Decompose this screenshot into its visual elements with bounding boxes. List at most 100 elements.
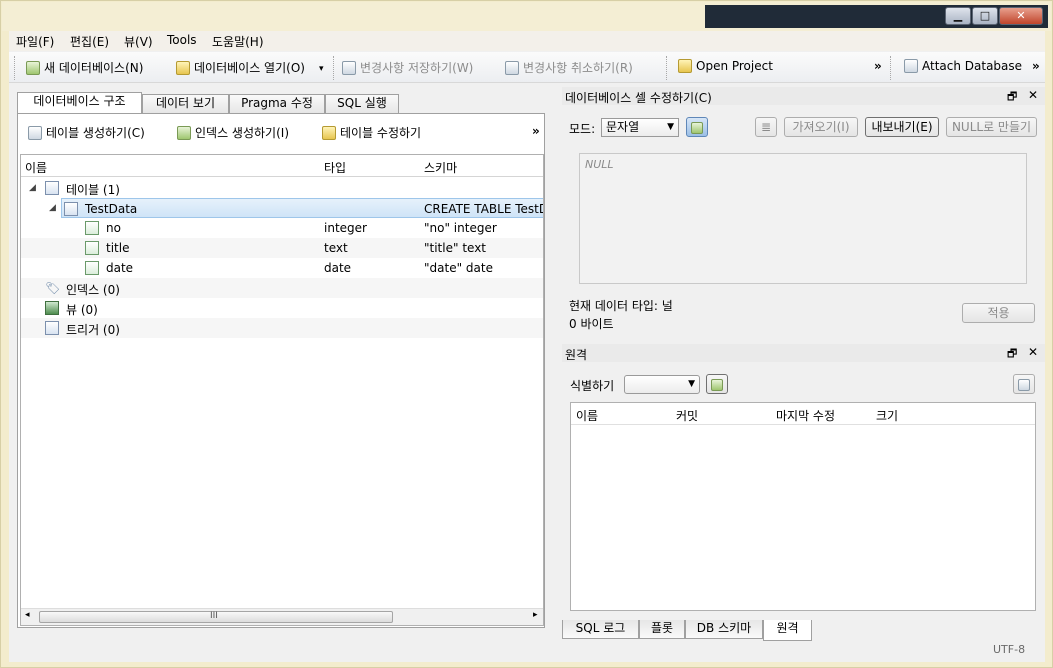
tab-edit-pragmas[interactable]: Pragma 수정 (229, 94, 325, 113)
open-project-button[interactable]: Open Project (678, 59, 773, 73)
tree-row-triggers[interactable]: 트리거 (0) (21, 318, 543, 338)
tab-remote[interactable]: 원격 (763, 620, 812, 641)
apply-button[interactable]: 적용 (962, 303, 1035, 323)
identity-select[interactable]: ▼ (624, 375, 700, 394)
close-panel-icon[interactable]: ✕ (1028, 345, 1038, 359)
auto-switch-mode-button[interactable] (686, 117, 708, 137)
float-panel-icon[interactable]: 🗗 (1007, 88, 1017, 107)
tree-item-name: title (106, 241, 130, 255)
column-header-schema[interactable]: 스키마 (424, 159, 457, 176)
chevron-down-icon: ▼ (667, 122, 674, 132)
menu-edit[interactable]: 편집(E) (70, 33, 109, 50)
toolbar-overflow-button[interactable]: » (874, 59, 882, 73)
revert-changes-icon (505, 61, 519, 75)
remote-file-list[interactable]: 이름 커밋 마지막 수정 크기 (570, 402, 1036, 611)
import-button[interactable]: 가져오기(I) (784, 117, 858, 137)
column-header-name[interactable]: 이름 (25, 159, 47, 176)
collapse-arrow-icon[interactable]: ◢ (49, 203, 56, 213)
gear-icon (691, 122, 703, 134)
menu-help[interactable]: 도움말(H) (212, 33, 264, 50)
mode-select[interactable]: 문자열 ▼ (601, 118, 679, 137)
column-header-type[interactable]: 타입 (324, 159, 346, 176)
write-changes-button[interactable]: 변경사항 저장하기(W) (342, 59, 473, 76)
tree-row-tables[interactable]: ◢ 테이블 (1) (21, 178, 543, 198)
close-button[interactable]: ✕ (999, 7, 1043, 25)
new-database-button[interactable]: 새 데이터베이스(N) (26, 59, 143, 76)
null-placeholder: NULL (585, 158, 614, 171)
open-database-button[interactable]: 데이터베이스 열기(O) (176, 59, 305, 76)
field-icon (85, 261, 99, 275)
client-area: 파일(F) 편집(E) 뷰(V) Tools 도움말(H) 새 데이터베이스(N… (9, 31, 1045, 662)
write-changes-icon (342, 61, 356, 75)
tree-item-name: date (106, 261, 134, 275)
float-panel-icon[interactable]: 🗗 (1007, 345, 1017, 364)
remote-header: 원격 🗗 ✕ (562, 344, 1045, 362)
maximize-button[interactable]: □ (972, 7, 998, 25)
create-index-button[interactable]: 인덱스 생성하기(I) (177, 124, 289, 141)
encoding-status: UTF-8 (993, 643, 1026, 656)
tree-row-field-title[interactable]: title text "title" text (21, 238, 543, 258)
edit-cell-panel: 모드: 문자열 ▼ ≣ 가져오기(I) 내보내기(E) NULL로 만들기 NU… (562, 106, 1045, 338)
tree-item-schema: "no" integer (424, 221, 497, 235)
scroll-left-icon[interactable]: ◂ (25, 610, 30, 620)
scroll-right-icon[interactable]: ▸ (533, 610, 538, 620)
tab-database-structure[interactable]: 데이터베이스 구조 (17, 92, 142, 113)
tree-row-testdata[interactable]: TestData CREATE TABLE TestDat (61, 198, 543, 218)
remote-column-size[interactable]: 크기 (876, 407, 898, 424)
tab-browse-data[interactable]: 데이터 보기 (142, 94, 229, 113)
wrap-icon: ≣ (760, 120, 772, 134)
tree-item-name: 뷰 (0) (66, 303, 98, 317)
toolbar-separator (333, 56, 334, 80)
tree-row-views[interactable]: 뷰 (0) (21, 298, 543, 318)
remote-column-commit[interactable]: 커밋 (676, 407, 698, 424)
toolbar-overflow-button-2[interactable]: » (1032, 59, 1040, 73)
export-button[interactable]: 내보내기(E) (865, 117, 939, 137)
scrollbar-grip: III (210, 611, 218, 621)
view-icon (45, 301, 59, 315)
minimize-button[interactable]: ▁ (945, 7, 971, 25)
open-database-dropdown-icon[interactable]: ▾ (319, 64, 324, 74)
close-panel-icon[interactable]: ✕ (1028, 88, 1038, 102)
open-database-icon (176, 61, 190, 75)
write-changes-label: 변경사항 저장하기(W) (360, 61, 474, 75)
attach-database-label: Attach Database (922, 59, 1023, 73)
menu-view[interactable]: 뷰(V) (124, 33, 153, 50)
identity-label: 식별하기 (570, 379, 615, 393)
tree-item-name: 테이블 (1) (66, 183, 120, 197)
tree-row-field-no[interactable]: no integer "no" integer (21, 218, 543, 238)
cell-editor[interactable]: NULL (579, 153, 1027, 284)
horizontal-scrollbar[interactable]: ◂ III ▸ (21, 608, 543, 625)
tree-item-schema: "title" text (424, 241, 486, 255)
attach-database-button[interactable]: Attach Database (904, 59, 1022, 73)
scrollbar-thumb[interactable]: III (39, 611, 393, 623)
revert-changes-button[interactable]: 변경사항 취소하기(R) (505, 59, 633, 76)
tab-sql-log[interactable]: SQL 로그 (562, 620, 639, 639)
push-database-button[interactable] (1013, 374, 1035, 394)
menu-file[interactable]: 파일(F) (16, 33, 54, 50)
edit-cell-title: 데이터베이스 셀 수정하기(C) (565, 91, 712, 105)
new-database-label: 새 데이터베이스(N) (44, 61, 144, 75)
structure-toolbar-overflow[interactable]: » (532, 124, 540, 138)
manage-identity-button[interactable] (706, 374, 728, 394)
tab-plot[interactable]: 플롯 (639, 620, 685, 639)
tab-execute-sql[interactable]: SQL 실행 (325, 94, 399, 113)
table-icon (64, 202, 78, 216)
tree-row-field-date[interactable]: date date "date" date (21, 258, 543, 278)
open-project-icon (678, 59, 692, 73)
title-bar-dark-region: ▁ □ ✕ (705, 5, 1048, 28)
modify-table-button[interactable]: 테이블 수정하기 (322, 124, 421, 141)
database-structure-panel: 테이블 생성하기(C) 인덱스 생성하기(I) 테이블 수정하기 » 이름 타입… (17, 113, 545, 628)
tab-db-schema[interactable]: DB 스키마 (685, 620, 763, 639)
toolbar-grip (14, 56, 15, 80)
remote-column-name[interactable]: 이름 (576, 407, 598, 424)
menu-tools[interactable]: Tools (167, 33, 197, 47)
remote-column-last-modified[interactable]: 마지막 수정 (776, 407, 835, 424)
tree-item-name: 트리거 (0) (66, 323, 120, 337)
collapse-arrow-icon[interactable]: ◢ (29, 183, 36, 193)
create-table-button[interactable]: 테이블 생성하기(C) (28, 124, 145, 141)
set-null-button[interactable]: NULL로 만들기 (946, 117, 1037, 137)
tree-row-indices[interactable]: 🏷 인덱스 (0) (21, 278, 543, 298)
create-table-label: 테이블 생성하기(C) (46, 126, 145, 140)
word-wrap-button[interactable]: ≣ (755, 117, 777, 137)
mode-label: 모드: (569, 122, 596, 136)
